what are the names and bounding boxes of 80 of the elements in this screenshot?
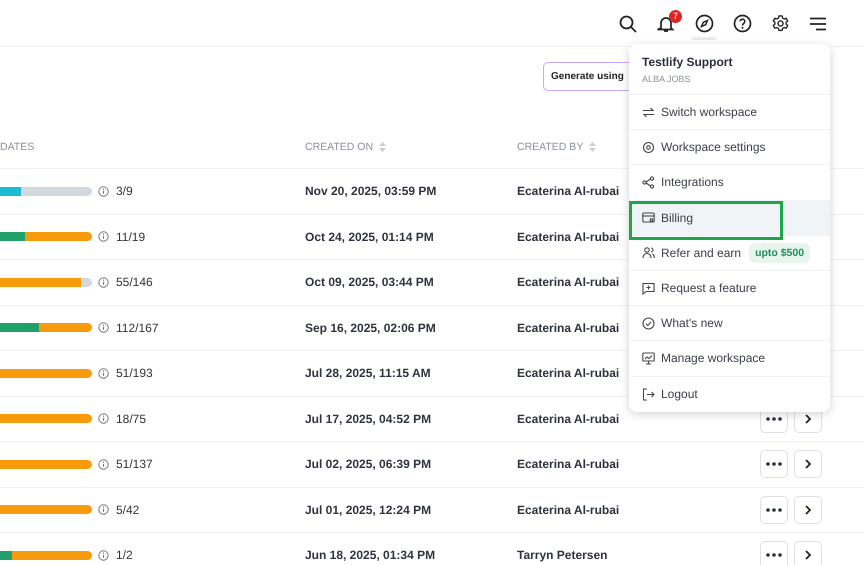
- settings-icon: [642, 140, 655, 154]
- column-header: CREATED BY: [517, 141, 584, 153]
- info-icon[interactable]: [98, 413, 109, 424]
- menu-item[interactable]: Logout: [629, 376, 830, 412]
- menu-icon: [809, 16, 827, 30]
- created-by-text: Ecaterina Al-rubai: [517, 275, 620, 290]
- menu-item[interactable]: Workspace settings: [629, 130, 830, 166]
- info-icon[interactable]: [98, 276, 109, 288]
- created-by-text: Ecaterina Al-rubai: [517, 457, 620, 472]
- open-button[interactable]: [794, 541, 822, 565]
- created-on-text: Oct 09, 2025, 03:44 PM: [305, 275, 434, 290]
- check-circle-icon: [642, 316, 655, 330]
- count-text: 112/167: [116, 320, 158, 335]
- nodes-icon: [642, 176, 655, 189]
- count-text: 55/146: [116, 275, 153, 290]
- more-button[interactable]: [760, 541, 788, 565]
- menu-item[interactable]: Refer and earn upto $500: [629, 236, 830, 271]
- chevron-right-icon: [805, 414, 811, 424]
- info-icon[interactable]: [98, 550, 109, 561]
- created-by-text: Ecaterina Al-rubai: [517, 502, 620, 517]
- chevron-right-icon: [805, 459, 811, 470]
- more-button[interactable]: [760, 450, 788, 478]
- created-on-text: Jul 01, 2025, 12:24 PM: [305, 502, 432, 517]
- count-text: 11/19: [116, 230, 146, 244]
- menu-item[interactable]: Switch workspace: [629, 95, 830, 130]
- more-icon: [766, 462, 782, 466]
- menu-item[interactable]: Request a feature: [629, 270, 830, 306]
- created-by-text: Ecaterina Al-rubai: [517, 366, 620, 380]
- help-icon: [732, 14, 752, 33]
- info-icon[interactable]: [98, 368, 109, 379]
- created-on-text: Jul 02, 2025, 06:39 PM: [305, 457, 432, 472]
- menu-item[interactable]: Manage workspace: [629, 341, 830, 376]
- created-by-text: Tarryn Petersen: [517, 548, 608, 562]
- count-text: 5/42: [116, 502, 140, 517]
- created-on-text: Jul 28, 2025, 11:15 AM: [305, 366, 431, 380]
- workspace-name: ALBA JOBS: [642, 74, 692, 84]
- count-text: 51/137: [116, 457, 153, 472]
- created-by-text: Ecaterina Al-rubai: [517, 230, 620, 244]
- created-by-text: Ecaterina Al-rubai: [517, 184, 620, 198]
- info-icon[interactable]: [98, 231, 109, 242]
- people-icon: [642, 246, 655, 260]
- settings-icon: [770, 14, 790, 33]
- column-header: DATES: [0, 141, 34, 153]
- message-plus-icon: [642, 282, 655, 295]
- info-icon[interactable]: [98, 186, 109, 197]
- created-on-text: Jul 17, 2025, 04:52 PM: [305, 412, 432, 426]
- count-text: 3/9: [116, 184, 133, 198]
- info-icon[interactable]: [98, 322, 109, 334]
- created-on-text: Jun 18, 2025, 01:34 PM: [305, 548, 436, 562]
- search-icon: [619, 14, 637, 32]
- info-icon[interactable]: [98, 504, 109, 516]
- more-icon: [766, 553, 782, 558]
- more-button[interactable]: [760, 496, 788, 524]
- user-name: Testlify Support: [642, 54, 734, 68]
- created-on-text: Sep 16, 2025, 02:06 PM: [305, 320, 436, 335]
- count-text: 1/2: [116, 548, 133, 562]
- menu-item[interactable]: What's new: [629, 306, 830, 342]
- reward-badge: upto $500: [749, 242, 810, 263]
- compass-icon: [694, 14, 714, 33]
- chevron-right-icon: [805, 550, 811, 560]
- count-text: 18/75: [116, 412, 146, 426]
- monitor-icon: [642, 352, 655, 365]
- info-icon[interactable]: [98, 458, 109, 470]
- created-on-text: Nov 20, 2025, 03:59 PM: [305, 184, 436, 198]
- column-header: CREATED ON: [305, 141, 374, 153]
- swap-arrows-icon: [642, 106, 655, 119]
- created-on-text: Oct 24, 2025, 01:14 PM: [305, 230, 434, 244]
- more-icon: [766, 416, 782, 421]
- logout-icon: [642, 388, 655, 401]
- menu-item[interactable]: Integrations: [629, 165, 830, 201]
- open-button[interactable]: [794, 450, 822, 478]
- more-icon: [766, 508, 782, 512]
- count-text: 51/193: [116, 366, 153, 380]
- bell-icon: [657, 14, 675, 32]
- created-by-text: Ecaterina Al-rubai: [517, 320, 620, 335]
- created-by-text: Ecaterina Al-rubai: [517, 412, 620, 426]
- card-icon: [642, 211, 655, 224]
- notification-count: 7: [669, 10, 682, 23]
- open-button[interactable]: [794, 496, 822, 524]
- chevron-right-icon: [805, 504, 811, 515]
